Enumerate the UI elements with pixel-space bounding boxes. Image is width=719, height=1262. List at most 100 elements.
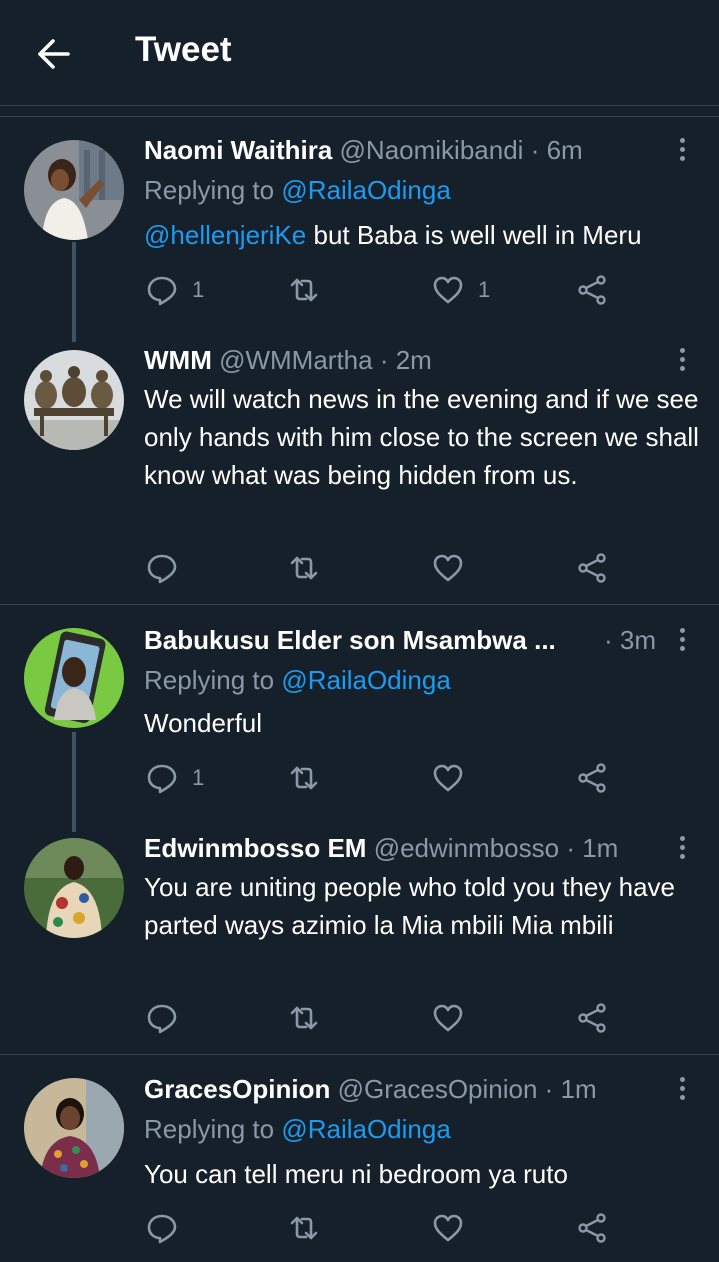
retweet-icon [290, 556, 318, 580]
more-icon[interactable] [676, 628, 688, 654]
share-button[interactable] [576, 1000, 608, 1036]
share-button[interactable] [576, 272, 608, 308]
retweet-button[interactable] [288, 550, 334, 586]
replying-to-prefix: Replying to [144, 665, 275, 695]
tweet-text-content: but Baba is well well in Meru [306, 220, 642, 250]
retweet-button[interactable] [288, 760, 334, 796]
user-handle[interactable]: @WMMartha [219, 345, 373, 375]
share-icon [578, 553, 606, 583]
tweet-text: @hellenjeriKe but Baba is well well in M… [144, 216, 704, 254]
thread-line [72, 732, 76, 832]
timestamp[interactable]: · 1m [566, 833, 618, 863]
replying-to-link[interactable]: @RailaOdinga [281, 665, 450, 695]
action-bar [144, 1210, 624, 1246]
like-button[interactable] [432, 760, 478, 796]
like-icon [433, 276, 463, 304]
reply-icon [147, 1004, 177, 1034]
replying-to-link[interactable]: @RailaOdinga [281, 175, 450, 205]
mention-link[interactable]: @hellenjeriKe [144, 220, 306, 250]
tweet-text: You can tell meru ni bedroom ya ruto [144, 1159, 568, 1189]
more-icon[interactable] [676, 836, 688, 862]
replying-to-prefix: Replying to [144, 175, 275, 205]
retweet-button[interactable] [288, 1000, 334, 1036]
like-button[interactable] [432, 550, 478, 586]
reply-button[interactable] [146, 550, 192, 586]
display-name[interactable]: WMM [144, 345, 212, 375]
action-bar: 1 [144, 760, 624, 796]
user-handle[interactable]: @GracesOpinion [338, 1074, 538, 1104]
thread-line [72, 242, 76, 342]
avatar[interactable] [24, 1078, 124, 1178]
avatar[interactable] [24, 350, 124, 450]
like-icon [433, 1214, 463, 1242]
replying-to: Replying to @RailaOdinga [144, 664, 451, 696]
tweet-text: We will watch news in the evening and if… [144, 384, 699, 490]
divider [0, 1054, 719, 1055]
tweet-time: · 3m [604, 624, 656, 656]
reply-button[interactable]: 1 [146, 760, 204, 796]
like-icon [433, 554, 463, 582]
tweet-header: Babukusu Elder son Msambwa ... [144, 624, 556, 656]
share-button[interactable] [576, 760, 608, 796]
replying-to-prefix: Replying to [144, 1114, 275, 1144]
share-icon [578, 1003, 606, 1033]
reply-icon [147, 554, 177, 584]
like-button[interactable]: 1 [432, 272, 490, 308]
timestamp[interactable]: · 6m [531, 135, 583, 165]
tweet-text: Wonderful [144, 708, 263, 738]
display-name[interactable]: Edwinmbosso EM [144, 833, 366, 863]
reply-count: 1 [192, 277, 205, 302]
share-icon [578, 275, 606, 305]
back-arrow-icon[interactable] [34, 34, 74, 74]
display-name[interactable]: Naomi Waithira [144, 135, 332, 165]
action-bar [144, 550, 624, 586]
tweet-header: Edwinmbosso EM @edwinmbosso · 1m [144, 832, 618, 864]
retweet-button[interactable] [288, 1210, 334, 1246]
share-icon [578, 1213, 606, 1243]
like-icon [433, 1004, 463, 1032]
retweet-icon [290, 1006, 318, 1030]
more-icon[interactable] [676, 138, 688, 164]
top-bar: Tweet [0, 0, 719, 105]
display-name[interactable]: Babukusu Elder son Msambwa ... [144, 625, 556, 655]
replying-to-link[interactable]: @RailaOdinga [281, 1114, 450, 1144]
share-icon [578, 763, 606, 793]
action-bar: 1 1 [144, 272, 624, 308]
more-icon[interactable] [676, 1077, 688, 1103]
tweet-header: WMM @WMMartha · 2m [144, 344, 432, 376]
divider [0, 105, 719, 106]
timestamp[interactable]: · 2m [380, 345, 432, 375]
reply-icon [147, 276, 177, 306]
replying-to: Replying to @RailaOdinga [144, 1113, 451, 1145]
avatar[interactable] [24, 140, 124, 240]
like-count: 1 [478, 277, 491, 302]
retweet-icon [290, 278, 318, 302]
like-button[interactable] [432, 1000, 478, 1036]
action-bar [144, 1000, 624, 1036]
reply-button[interactable]: 1 [146, 272, 204, 308]
divider [0, 116, 719, 117]
retweet-button[interactable] [288, 272, 334, 308]
tweet-header: Naomi Waithira @Naomikibandi · 6m [144, 134, 583, 166]
avatar[interactable] [24, 838, 124, 938]
avatar[interactable] [24, 628, 124, 728]
replying-to: Replying to @RailaOdinga [144, 174, 451, 206]
divider [0, 604, 719, 605]
reply-count: 1 [192, 765, 205, 790]
share-button[interactable] [576, 550, 608, 586]
reply-icon [147, 1214, 177, 1244]
display-name[interactable]: GracesOpinion [144, 1074, 330, 1104]
page-title: Tweet [135, 30, 232, 69]
tweet-text: You are uniting people who told you they… [144, 872, 675, 940]
like-icon [433, 764, 463, 792]
share-button[interactable] [576, 1210, 608, 1246]
more-icon[interactable] [676, 348, 688, 374]
user-handle[interactable]: @Naomikibandi [340, 135, 524, 165]
timestamp[interactable]: · 3m [604, 625, 656, 655]
timestamp[interactable]: · 1m [545, 1074, 597, 1104]
user-handle[interactable]: @edwinmbosso [374, 833, 559, 863]
like-button[interactable] [432, 1210, 478, 1246]
reply-icon [147, 764, 177, 794]
reply-button[interactable] [146, 1210, 192, 1246]
reply-button[interactable] [146, 1000, 192, 1036]
